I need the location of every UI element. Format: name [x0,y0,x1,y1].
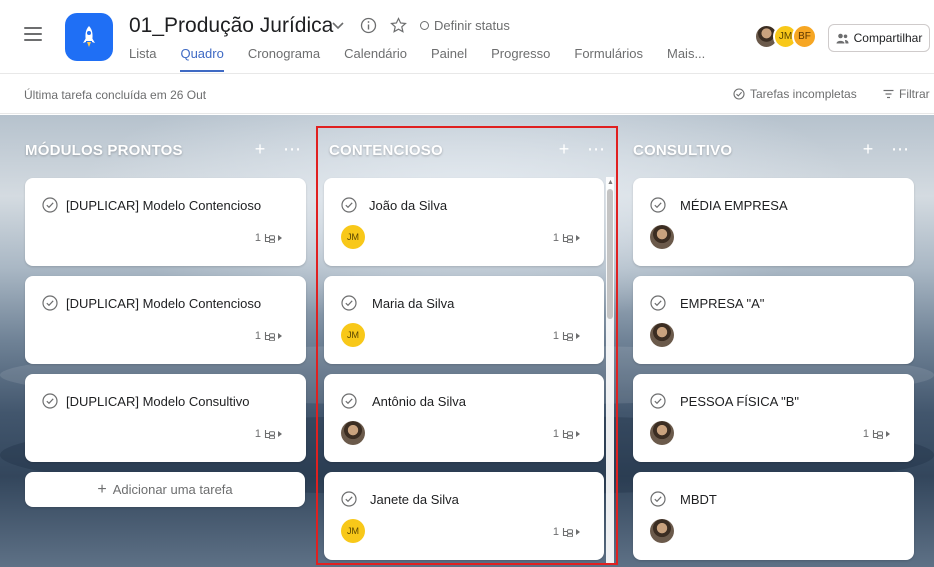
task-name: [DUPLICAR] Modelo Contencioso [66,296,262,311]
task-card[interactable]: EMPRESA "A" [633,276,914,364]
column-tools: + ⋯ [858,139,910,159]
status-label: Definir status [434,17,510,33]
plus-icon[interactable]: + [858,139,878,159]
subtask-icon [872,430,890,439]
project-title[interactable]: 01_Produção Jurídica [129,14,333,38]
share-label: Compartilhar [853,31,923,45]
more-icon[interactable]: ⋯ [890,139,910,159]
rocket-icon[interactable] [65,13,113,61]
check-circle-icon[interactable] [650,393,666,409]
task-name: [DUPLICAR] Modelo Contencioso [66,198,262,213]
toolbar: Última tarefa concluída em 26 Out Tarefa… [0,75,934,114]
add-task-button[interactable]: + Adicionar uma tarefa [25,472,305,507]
check-circle-icon[interactable] [42,295,58,311]
tab-lista[interactable]: Lista [129,46,156,72]
subtask-icon [264,332,282,341]
board: MÓDULOS PRONTOS + ⋯ [DUPLICAR] Modelo Co… [0,115,934,567]
incomplete-label: Tarefas incompletas [750,87,857,101]
filter-button[interactable]: Filtrar [883,87,930,101]
task-card[interactable]: [DUPLICAR] Modelo Consultivo 1 [25,374,306,462]
tab-painel[interactable]: Painel [431,46,467,72]
check-circle-icon[interactable] [42,393,58,409]
task-name: MÉDIA EMPRESA [680,198,788,213]
task-card[interactable]: [DUPLICAR] Modelo Contencioso 1 [25,276,306,364]
hamburger-icon[interactable] [24,27,42,41]
column-tools: + ⋯ [250,139,302,159]
avatar[interactable] [650,225,674,249]
task-name: MBDT [680,492,717,507]
check-circle-icon[interactable] [650,491,666,507]
tab-quadro[interactable]: Quadro [180,46,224,72]
task-card[interactable]: PESSOA FÍSICA "B" 1 [633,374,914,462]
column-title[interactable]: CONSULTIVO [633,142,732,159]
filter-icon [883,89,894,99]
tab-formularios[interactable]: Formulários [574,46,643,72]
last-task-info: Última tarefa concluída em 26 Out [24,88,207,102]
column-title[interactable]: MÓDULOS PRONTOS [25,142,183,159]
view-tabs: Lista Quadro Cronograma Calendário Paine… [129,46,729,72]
task-card[interactable]: [DUPLICAR] Modelo Contencioso 1 [25,178,306,266]
more-icon[interactable]: ⋯ [282,139,302,159]
check-circle-icon[interactable] [650,197,666,213]
avatar[interactable]: BF [792,24,817,49]
plus-icon[interactable]: + [250,139,270,159]
chevron-down-icon[interactable] [328,15,348,35]
top-bar: 01_Produção Jurídica Definir status List… [0,0,934,74]
tab-progresso[interactable]: Progresso [491,46,550,72]
subtask-icon [264,234,282,243]
filter-label: Filtrar [899,87,930,101]
check-circle-icon [733,88,745,100]
incomplete-tasks-filter[interactable]: Tarefas incompletas [733,87,857,101]
avatar[interactable] [650,323,674,347]
tab-mais[interactable]: Mais... [667,46,705,72]
status-circle-icon [420,20,429,30]
people-icon [836,33,849,43]
share-button[interactable]: Compartilhar [828,24,930,52]
avatar[interactable] [650,519,674,543]
info-icon[interactable] [358,15,378,35]
star-icon[interactable] [388,15,408,35]
member-avatars[interactable]: JM BF [754,24,817,49]
tab-calendario[interactable]: Calendário [344,46,407,72]
subtask-count[interactable]: 1 [863,428,892,440]
subtask-count[interactable]: 1 [255,232,284,244]
subtask-count[interactable]: 1 [255,428,284,440]
title-tools: Definir status [328,15,510,35]
task-name: EMPRESA "A" [680,296,765,311]
set-status-button[interactable]: Definir status [420,18,510,33]
add-task-label: Adicionar uma tarefa [112,482,233,497]
avatar[interactable] [650,421,674,445]
tab-cronograma[interactable]: Cronograma [248,46,320,72]
plus-icon: + [97,480,107,498]
highlight-box [316,126,618,565]
task-card[interactable]: MBDT [633,472,914,560]
check-circle-icon[interactable] [42,197,58,213]
check-circle-icon[interactable] [650,295,666,311]
subtask-icon [264,430,282,439]
task-name: PESSOA FÍSICA "B" [680,394,800,409]
task-card[interactable]: MÉDIA EMPRESA [633,178,914,266]
subtask-count[interactable]: 1 [255,330,284,342]
task-name: [DUPLICAR] Modelo Consultivo [66,394,250,409]
